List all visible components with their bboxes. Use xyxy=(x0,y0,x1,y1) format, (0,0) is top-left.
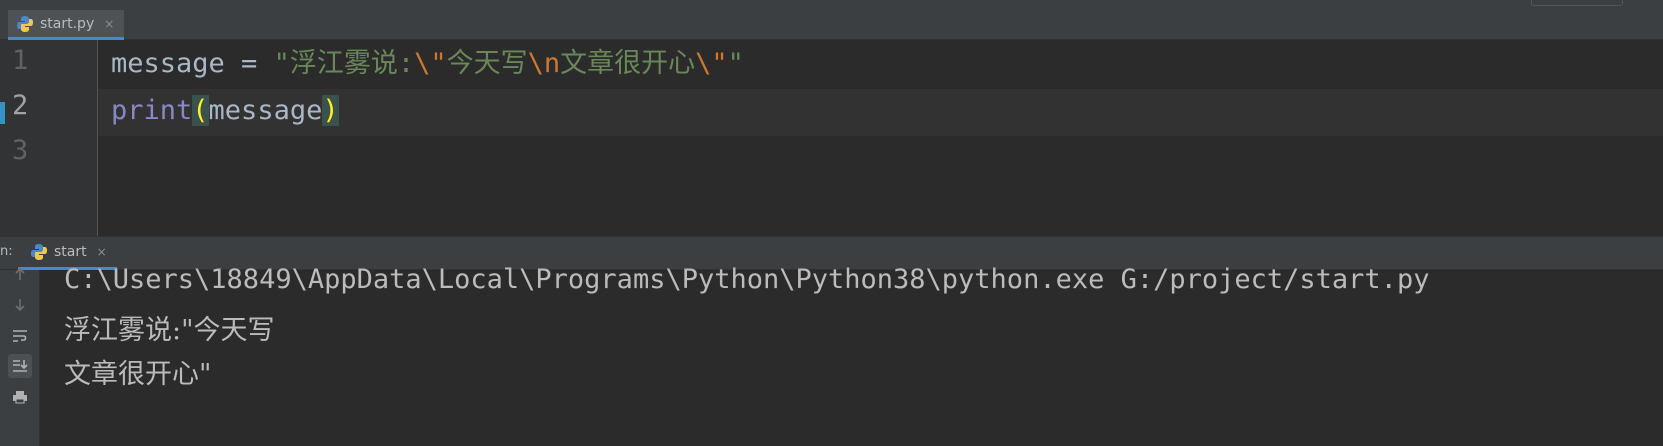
escape-quote: \" xyxy=(414,48,447,79)
string-literal-end: " xyxy=(727,48,744,79)
line-number-3: 3 xyxy=(12,135,29,166)
builtin-print: print xyxy=(111,95,193,126)
run-console[interactable]: C:\Users\18849\AppData\Local\Programs\Py… xyxy=(0,264,1663,446)
code-editor[interactable]: 1 2 3 message = "浮江雾说:\"今天写\n文章很开心\"" pr… xyxy=(0,40,1663,236)
arrow-down-icon[interactable] xyxy=(8,293,32,317)
escape-newline: \n xyxy=(527,48,561,79)
argument-name: message xyxy=(208,95,323,126)
print-icon[interactable] xyxy=(8,385,32,409)
string-literal-start: "浮江雾说: xyxy=(273,48,415,79)
console-toolbar xyxy=(0,267,40,446)
string-literal-part: 今天写 xyxy=(446,48,528,79)
console-line-output-2: 文章很开心" xyxy=(64,359,212,390)
variable-name: message xyxy=(111,48,225,79)
editor-tab-bar: start.py × xyxy=(0,0,1663,40)
paren-close: ) xyxy=(322,95,339,126)
line-number-1: 1 xyxy=(12,45,29,76)
arrow-up-icon[interactable] xyxy=(8,262,32,286)
tab-label: start.py xyxy=(40,15,95,32)
scroll-to-end-icon[interactable] xyxy=(8,354,32,378)
console-line-output-1: 浮江雾说:"今天写 xyxy=(64,315,275,346)
string-literal-part-2: 文章很开心 xyxy=(560,48,696,79)
code-line-2[interactable]: print(message) xyxy=(111,87,339,134)
close-icon[interactable]: × xyxy=(104,17,114,31)
run-tab-label: start xyxy=(54,244,87,260)
toolbar-widget[interactable] xyxy=(1531,0,1623,6)
line-number-gutter: 1 2 3 xyxy=(0,40,98,236)
change-marker xyxy=(0,102,5,124)
paren-open: ( xyxy=(192,95,209,126)
soft-wrap-icon[interactable] xyxy=(8,324,32,348)
run-tool-label: n: xyxy=(0,244,13,259)
python-file-icon xyxy=(16,15,34,33)
close-icon[interactable]: × xyxy=(97,245,107,259)
ide-window: start.py × 1 2 3 message = "浮江雾说:\"今天写\n… xyxy=(0,0,1663,446)
assign-operator: = xyxy=(224,48,274,79)
code-line-1[interactable]: message = "浮江雾说:\"今天写\n文章很开心\"" xyxy=(111,40,744,87)
line-number-2: 2 xyxy=(12,90,29,121)
tab-start-py[interactable]: start.py × xyxy=(8,10,125,40)
escape-quote-2: \" xyxy=(695,48,728,79)
console-line-command: C:\Users\18849\AppData\Local\Programs\Py… xyxy=(64,264,1430,295)
python-icon xyxy=(30,243,48,261)
